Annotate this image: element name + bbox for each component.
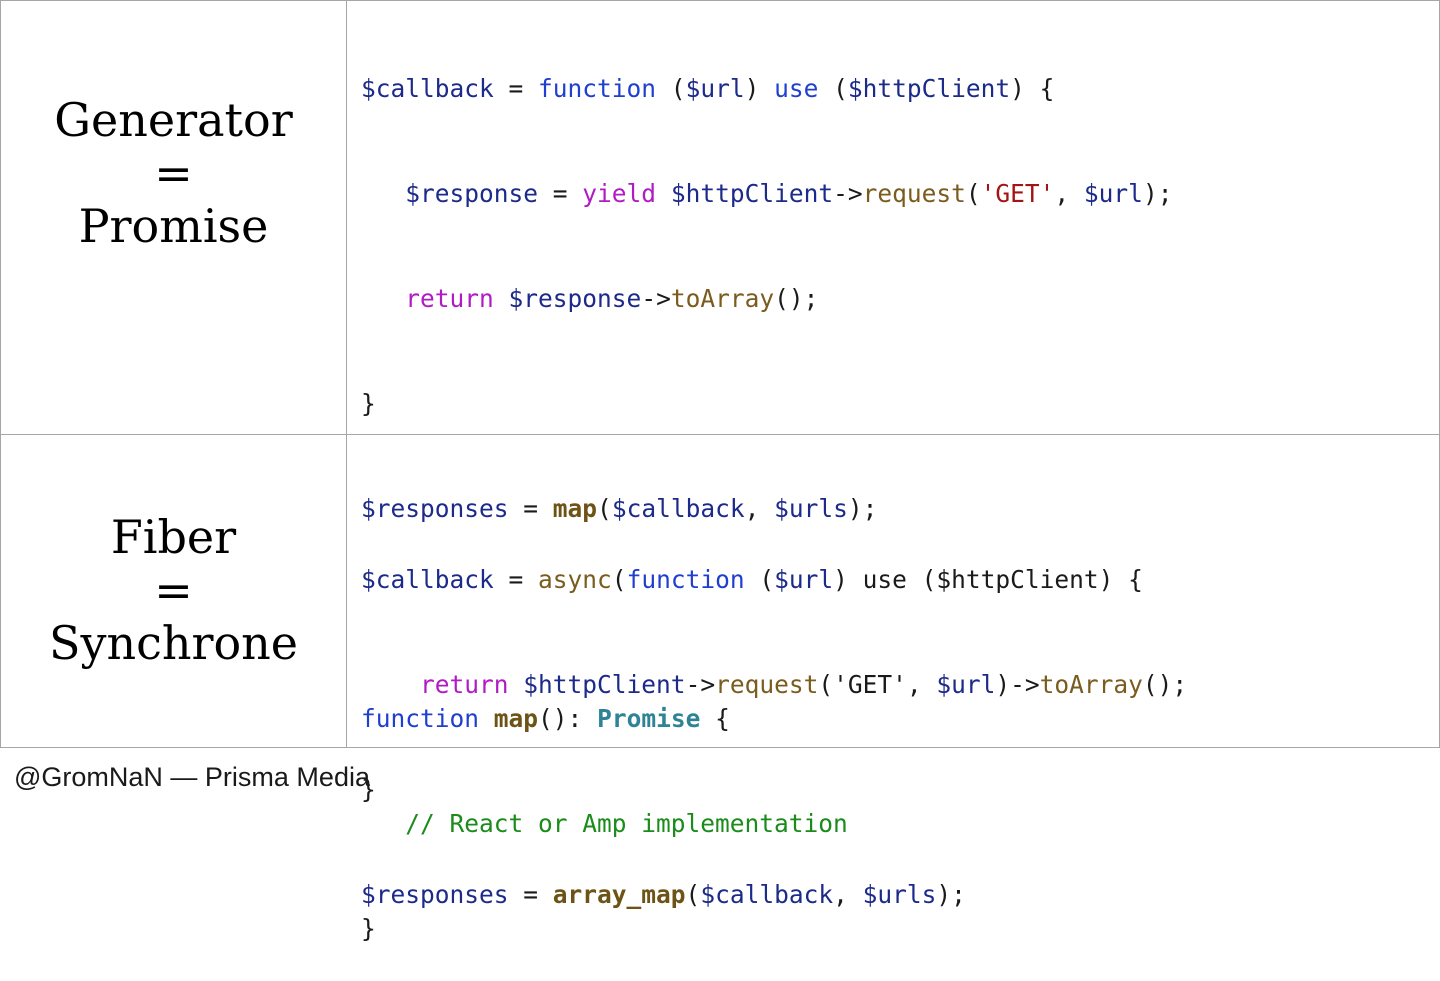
code-token: $urls [862,880,937,909]
code-token: ); [1142,179,1173,208]
code-token: , [1054,179,1084,208]
footer-credit: @GromNaN — Prisma Media [14,762,370,792]
code-token: $responses [361,880,509,909]
code-token: return [405,284,494,313]
code-token: async [538,565,612,594]
code-token: toArray [670,284,775,313]
code-token: $httpClient [523,670,686,699]
code-token: $response [508,284,642,313]
code-token: (); [774,284,819,313]
code-line: } [361,766,1187,813]
code-token: = [493,74,539,103]
code-token: ) use ( [833,565,937,594]
code-token: ( [656,74,686,103]
code-token: (); [1142,670,1188,699]
code-token: $url [936,670,996,699]
code-token: -> [641,284,671,313]
code-token: $response [405,179,539,208]
code-line: return $response->toArray(); [361,275,1172,322]
code-line: $responses = array_map($callback, $urls)… [361,871,1187,918]
fiber-synchrone-label: Fiber = Synchrone [0,511,347,670]
code-token: ) { [1098,565,1143,594]
code-token: ('GET', [818,670,937,699]
code-token: -> [833,179,863,208]
code-token: = [508,880,553,909]
label-line: Synchrone [48,616,299,670]
label-line: Promise [78,199,269,253]
code-token: , [833,880,863,909]
generator-promise-label: Generator = Promise [0,94,347,253]
fiber-code-block: $callback = async(function ($url) use ($… [361,498,1187,947]
code-token: $url [685,74,745,103]
code-token: 'GET' [980,179,1055,208]
code-line: $callback = function ($url) use ($httpCl… [361,65,1172,112]
code-token: ) [744,74,775,103]
code-token: = [538,179,583,208]
code-token: $httpClient [936,565,1099,594]
code-token: $callback [361,565,494,594]
code-token: ( [744,565,775,594]
code-token: request [715,670,819,699]
code-token: request [862,179,966,208]
code-line: $callback = async(function ($url) use ($… [361,556,1187,603]
code-token: $callback [361,74,494,103]
code-token: ( [965,179,981,208]
code-token: return [420,670,509,699]
code-token: use [774,74,819,103]
code-token: = [493,565,539,594]
code-token: $callback [700,880,834,909]
code-token: array_map [552,880,686,909]
code-token: ( [685,880,701,909]
code-token: } [361,389,376,418]
code-token: $httpClient [670,179,834,208]
code-token: function [538,74,657,103]
code-line: $response = yield $httpClient->request('… [361,170,1172,217]
code-token: toArray [1039,670,1143,699]
label-line: = [154,563,193,617]
code-line: return $httpClient->request('GET', $url)… [361,661,1187,708]
code-token: $httpClient [847,74,1011,103]
code-token: )-> [995,670,1040,699]
code-token: ) { [1010,74,1055,103]
code-token: ( [611,565,627,594]
code-token: $url [774,565,834,594]
code-token: ); [936,880,966,909]
code-token: $url [1083,179,1143,208]
code-token: function [626,565,745,594]
label-line: Generator [54,93,293,147]
code-token: yield [582,179,657,208]
code-line: } [361,380,1172,427]
label-line: Fiber [110,510,237,564]
code-token: -> [685,670,716,699]
code-token: ( [818,74,848,103]
label-line: = [154,146,193,200]
